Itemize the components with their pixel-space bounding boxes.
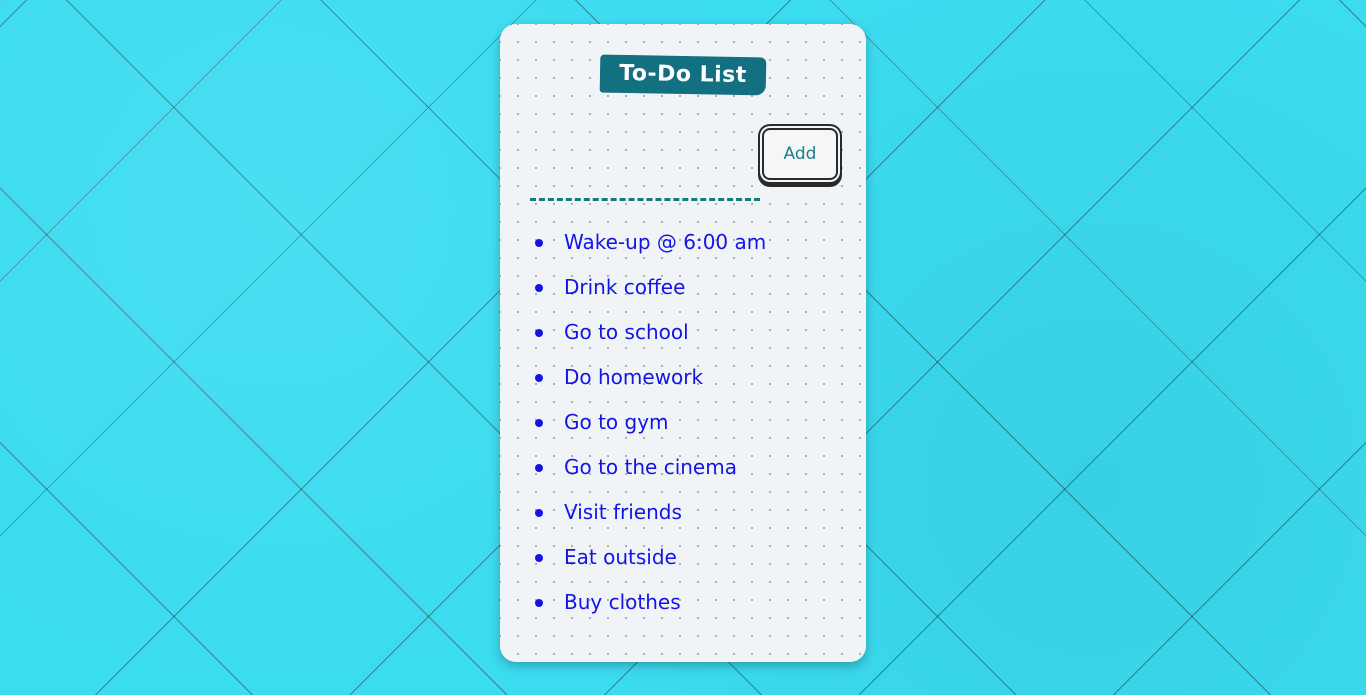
page-title: To-Do List <box>619 60 747 89</box>
list-item[interactable]: Do homework <box>532 355 832 400</box>
list-item[interactable]: Go to gym <box>532 400 832 445</box>
title-badge: To-Do List <box>599 54 767 96</box>
bullet-icon <box>535 374 543 382</box>
list-item-label: Wake-up @ 6:00 am <box>564 230 767 254</box>
list-item[interactable]: Go to school <box>532 310 832 355</box>
list-item[interactable]: Drink coffee <box>532 265 832 310</box>
list-item-label: Drink coffee <box>564 275 686 299</box>
list-item-label: Eat outside <box>564 545 677 569</box>
list-item-label: Do homework <box>564 365 704 389</box>
bullet-icon <box>535 599 543 607</box>
bullet-icon <box>535 419 543 427</box>
list-item-label: Go to the cinema <box>564 455 737 479</box>
bullet-icon <box>535 509 543 517</box>
bullet-icon <box>535 239 543 247</box>
add-button[interactable]: Add <box>762 128 838 180</box>
list-item[interactable]: Go to the cinema <box>532 445 832 490</box>
bullet-icon <box>535 284 543 292</box>
list-item[interactable]: Wake-up @ 6:00 am <box>532 220 832 265</box>
list-item[interactable]: Buy clothes <box>532 580 832 625</box>
list-item[interactable]: Eat outside <box>532 535 832 580</box>
list-item-label: Buy clothes <box>564 590 681 614</box>
list-item-label: Go to gym <box>564 410 669 434</box>
bullet-icon <box>535 554 543 562</box>
list-item[interactable]: Visit friends <box>532 490 832 535</box>
list-item-label: Go to school <box>564 320 689 344</box>
todo-card: To-Do List Add Wake-up @ 6:00 am Drink c… <box>500 24 866 662</box>
todo-list: Wake-up @ 6:00 am Drink coffee Go to sch… <box>532 220 832 625</box>
task-input[interactable] <box>530 172 760 201</box>
bullet-icon <box>535 329 543 337</box>
bullet-icon <box>535 464 543 472</box>
list-item-label: Visit friends <box>564 500 682 524</box>
